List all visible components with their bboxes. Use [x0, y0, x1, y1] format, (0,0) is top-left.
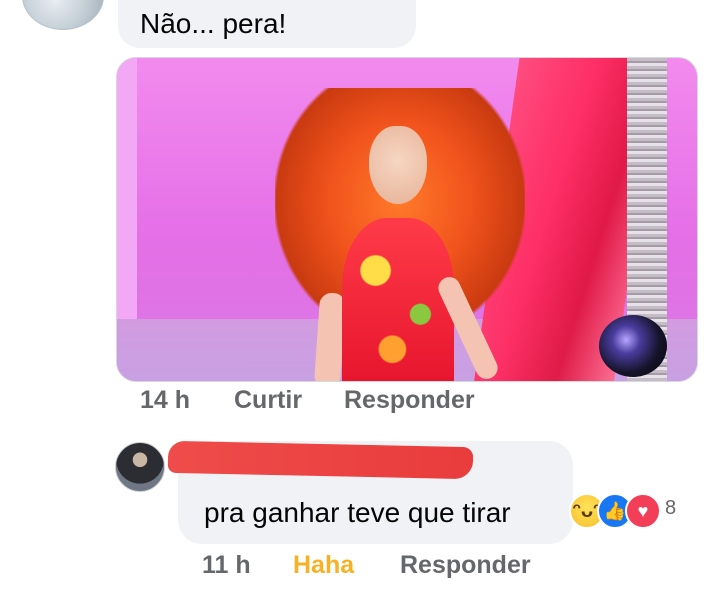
reaction-summary[interactable]: ᵔᴗᵔ 👍 ♥ 8	[569, 491, 689, 529]
comment-1-timestamp[interactable]: 14 h	[140, 386, 190, 415]
comment-2-reply-button[interactable]: Responder	[400, 551, 531, 580]
image-figure-dress	[342, 218, 454, 381]
comment-1-reply-button[interactable]: Responder	[344, 386, 475, 415]
comment-1-like-button[interactable]: Curtir	[234, 386, 302, 415]
comment-bubble-1: Não... pera!	[118, 0, 416, 48]
comment-2-haha-button[interactable]: Haha	[293, 551, 354, 580]
comment-image[interactable]	[116, 57, 698, 382]
comment-2-timestamp[interactable]: 11 h	[202, 551, 251, 580]
redacted-author-name	[167, 440, 474, 480]
image-stage-light	[599, 315, 667, 377]
love-icon: ♥	[625, 493, 661, 529]
comment-text-2: pra ganhar teve que tirar	[204, 497, 511, 528]
image-figure-face	[369, 126, 427, 204]
avatar-commenter-1[interactable]	[22, 0, 104, 30]
comment-text-1: Não... pera!	[140, 8, 287, 39]
reaction-count: 8	[665, 497, 677, 519]
avatar-commenter-2[interactable]	[115, 442, 165, 492]
